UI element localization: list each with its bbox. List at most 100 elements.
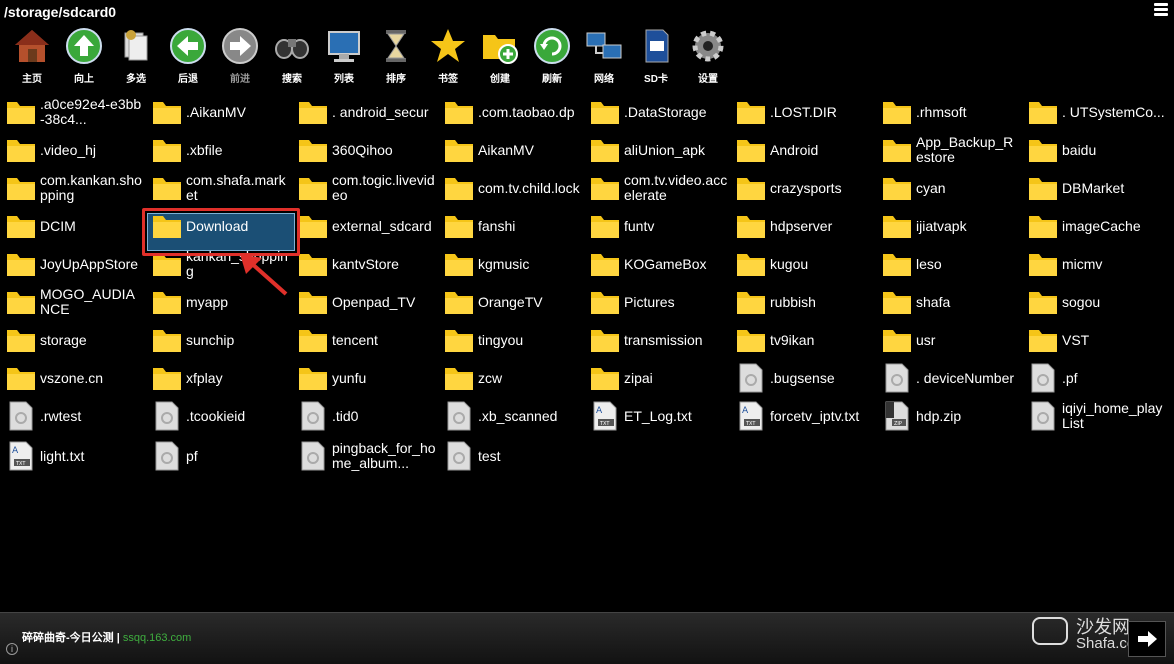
folder-item[interactable]: sunchip [146,322,292,358]
folder-item[interactable]: shafa [876,284,1022,320]
toolbar-button-sd-card[interactable]: SD卡 [630,24,682,86]
info-icon[interactable]: i [6,643,18,655]
folder-item[interactable]: hdpserver [730,208,876,244]
folder-item[interactable]: tencent [292,322,438,358]
folder-item[interactable]: micmv [1022,246,1168,282]
toolbar-button-hourglass[interactable]: 排序 [370,24,422,86]
toolbar-button-up-arrow[interactable]: 向上 [58,24,110,86]
folder-item[interactable]: usr [876,322,1022,358]
folder-item[interactable]: kugou [730,246,876,282]
folder-item[interactable]: ijiatvapk [876,208,1022,244]
folder-item[interactable]: MOGO_AUDIANCE [0,284,146,320]
folder-item[interactable]: JoyUpAppStore [0,246,146,282]
toolbar-button-new-folder[interactable]: 创建 [474,24,526,86]
folder-item[interactable]: .a0ce92e4-e3bb-38c4... [0,94,146,130]
folder-item[interactable]: com.tv.child.lock [438,170,584,206]
toolbar-button-network[interactable]: 网络 [578,24,630,86]
folder-item[interactable]: DBMarket [1022,170,1168,206]
folder-item[interactable]: kgmusic [438,246,584,282]
file-item[interactable]: ZIP hdp.zip [876,398,1022,434]
folder-item[interactable]: 360Qihoo [292,132,438,168]
item-name: .xbfile [186,142,223,158]
file-item[interactable]: pingback_for_home_album... [292,438,438,474]
next-button[interactable] [1128,621,1166,657]
folder-item[interactable]: sogou [1022,284,1168,320]
file-item[interactable]: .tid0 [292,398,438,434]
folder-icon [444,97,474,127]
ad-banner[interactable]: 碎碎曲奇-今日公测 | ssqq.163.com i 沙发网 Shafa.com [0,612,1174,664]
toolbar-button-monitor-list[interactable]: 列表 [318,24,370,86]
folder-item[interactable]: . UTSystemCo... [1022,94,1168,130]
folder-item[interactable]: leso [876,246,1022,282]
folder-item[interactable]: vszone.cn [0,360,146,396]
folder-item[interactable]: transmission [584,322,730,358]
folder-item[interactable]: zcw [438,360,584,396]
folder-item[interactable]: kantvStore [292,246,438,282]
folder-item[interactable]: yunfu [292,360,438,396]
folder-item[interactable]: storage [0,322,146,358]
folder-item[interactable]: tingyou [438,322,584,358]
toolbar-button-back-arrow[interactable]: 后退 [162,24,214,86]
file-item[interactable]: .bugsense [730,360,876,396]
folder-item[interactable]: .LOST.DIR [730,94,876,130]
folder-item[interactable]: .AikanMV [146,94,292,130]
item-name: storage [40,332,87,348]
folder-icon [590,325,620,355]
folder-item[interactable]: rubbish [730,284,876,320]
item-name: kgmusic [478,256,530,272]
file-item[interactable]: iqiyi_home_playList [1022,398,1168,434]
file-item[interactable]: pf [146,438,292,474]
file-item[interactable]: test [438,438,584,474]
folder-item[interactable]: com.shafa.market [146,170,292,206]
folder-item[interactable]: App_Backup_Restore [876,132,1022,168]
file-item[interactable]: .rwtest [0,398,146,434]
overflow-menu-icon[interactable] [1154,3,1168,17]
folder-item[interactable]: baidu [1022,132,1168,168]
toolbar-button-refresh[interactable]: 刷新 [526,24,578,86]
multi-select-icon [114,24,158,68]
folder-item[interactable]: .rhmsoft [876,94,1022,130]
file-item[interactable]: .tcookieid [146,398,292,434]
file-item[interactable]: .pf [1022,360,1168,396]
folder-item[interactable]: .DataStorage [584,94,730,130]
folder-item[interactable]: fanshi [438,208,584,244]
file-item[interactable]: A TXT ET_Log.txt [584,398,730,434]
toolbar-button-home[interactable]: 主页 [6,24,58,86]
item-name: com.kankan.shopping [40,173,142,203]
folder-item[interactable]: funtv [584,208,730,244]
folder-item[interactable]: KOGameBox [584,246,730,282]
folder-item[interactable]: aliUnion_apk [584,132,730,168]
folder-item[interactable]: external_sdcard [292,208,438,244]
folder-item[interactable]: . android_secur [292,94,438,130]
folder-item[interactable]: zipai [584,360,730,396]
toolbar-button-star[interactable]: 书签 [422,24,474,86]
folder-item[interactable]: xfplay [146,360,292,396]
folder-item[interactable]: Pictures [584,284,730,320]
file-item[interactable]: A TXT light.txt [0,438,146,474]
folder-item[interactable]: AikanMV [438,132,584,168]
folder-item[interactable]: .com.taobao.dp [438,94,584,130]
folder-icon [882,287,912,317]
folder-item[interactable]: .xbfile [146,132,292,168]
folder-item[interactable]: tv9ikan [730,322,876,358]
folder-item[interactable]: com.tv.video.accelerate [584,170,730,206]
folder-item[interactable]: Android [730,132,876,168]
folder-item[interactable]: crazysports [730,170,876,206]
toolbar-button-settings[interactable]: 设置 [682,24,734,86]
folder-item[interactable]: VST [1022,322,1168,358]
toolbar-button-binoculars[interactable]: 搜索 [266,24,318,86]
file-item[interactable]: .xb_scanned [438,398,584,434]
file-item[interactable]: . deviceNumber [876,360,1022,396]
folder-item[interactable]: OrangeTV [438,284,584,320]
toolbar-button-forward-arrow[interactable]: 前进 [214,24,266,86]
ad-text[interactable]: 碎碎曲奇-今日公测 | ssqq.163.com [22,629,191,645]
folder-item[interactable]: Openpad_TV [292,284,438,320]
folder-item[interactable]: imageCache [1022,208,1168,244]
folder-item[interactable]: com.kankan.shopping [0,170,146,206]
folder-item[interactable]: DCIM [0,208,146,244]
folder-item[interactable]: com.togic.livevideo [292,170,438,206]
file-item[interactable]: A TXT forcetv_iptv.txt [730,398,876,434]
folder-item[interactable]: cyan [876,170,1022,206]
folder-item[interactable]: .video_hj [0,132,146,168]
toolbar-button-multi-select[interactable]: 多选 [110,24,162,86]
